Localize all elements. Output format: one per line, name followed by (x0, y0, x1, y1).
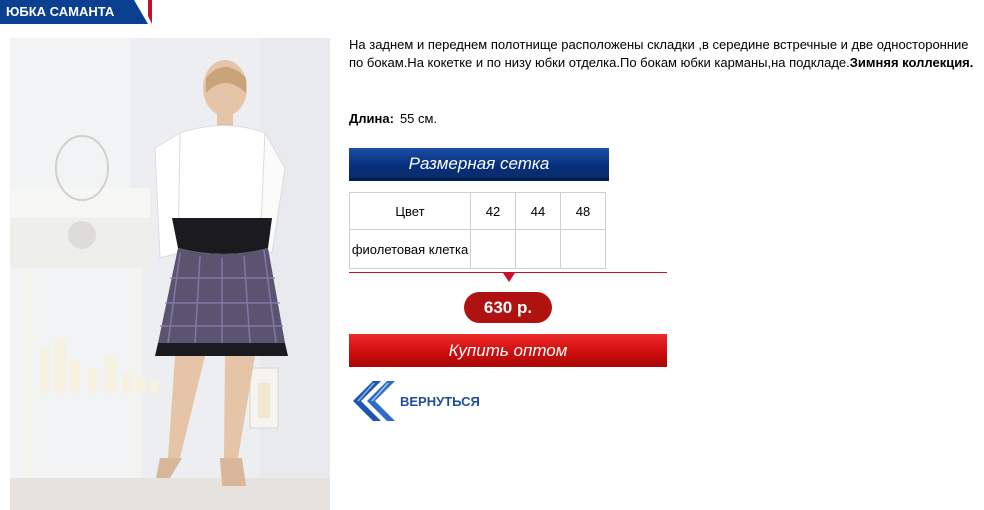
collection-label: Зимняя коллекция. (849, 55, 974, 70)
price-badge: 630 р. (464, 292, 552, 323)
size-table-qty-cell[interactable] (515, 229, 561, 269)
page-title: ЮБКА САМАНТА (6, 4, 115, 19)
tab-corner (134, 0, 148, 24)
back-link[interactable]: ВЕРНУТЬСЯ (400, 394, 480, 409)
product-photo-image (10, 38, 330, 510)
size-table-qty-cell[interactable] (470, 229, 516, 269)
size-table-header-size: 44 (515, 192, 561, 230)
size-table-header-row: Цвет 42 44 48 (349, 192, 606, 230)
size-table-header-size: 48 (560, 192, 606, 230)
product-description: На заднем и переднем полотнище расположе… (349, 36, 974, 72)
length-value: 55 см. (399, 111, 438, 126)
size-table-header-color: Цвет (349, 192, 471, 230)
length-row: Длина: 55 см. (349, 111, 437, 126)
size-table-header-size: 42 (470, 192, 516, 230)
size-table-qty-cell[interactable] (560, 229, 606, 269)
length-label: Длина: (349, 111, 394, 126)
size-table-row: фиолетовая клетка (349, 229, 606, 269)
size-table: Цвет 42 44 48 фиолетовая клетка (349, 192, 606, 269)
page-title-tab: ЮБКА САМАНТА (0, 0, 152, 24)
size-grid-title: Размерная сетка (349, 148, 609, 181)
buy-wholesale-button[interactable]: Купить оптом (349, 334, 667, 367)
price-pointer (503, 273, 515, 282)
double-chevron-left-icon[interactable] (349, 378, 395, 424)
size-table-color-cell: фиолетовая клетка (349, 229, 471, 269)
product-photo (10, 38, 330, 510)
